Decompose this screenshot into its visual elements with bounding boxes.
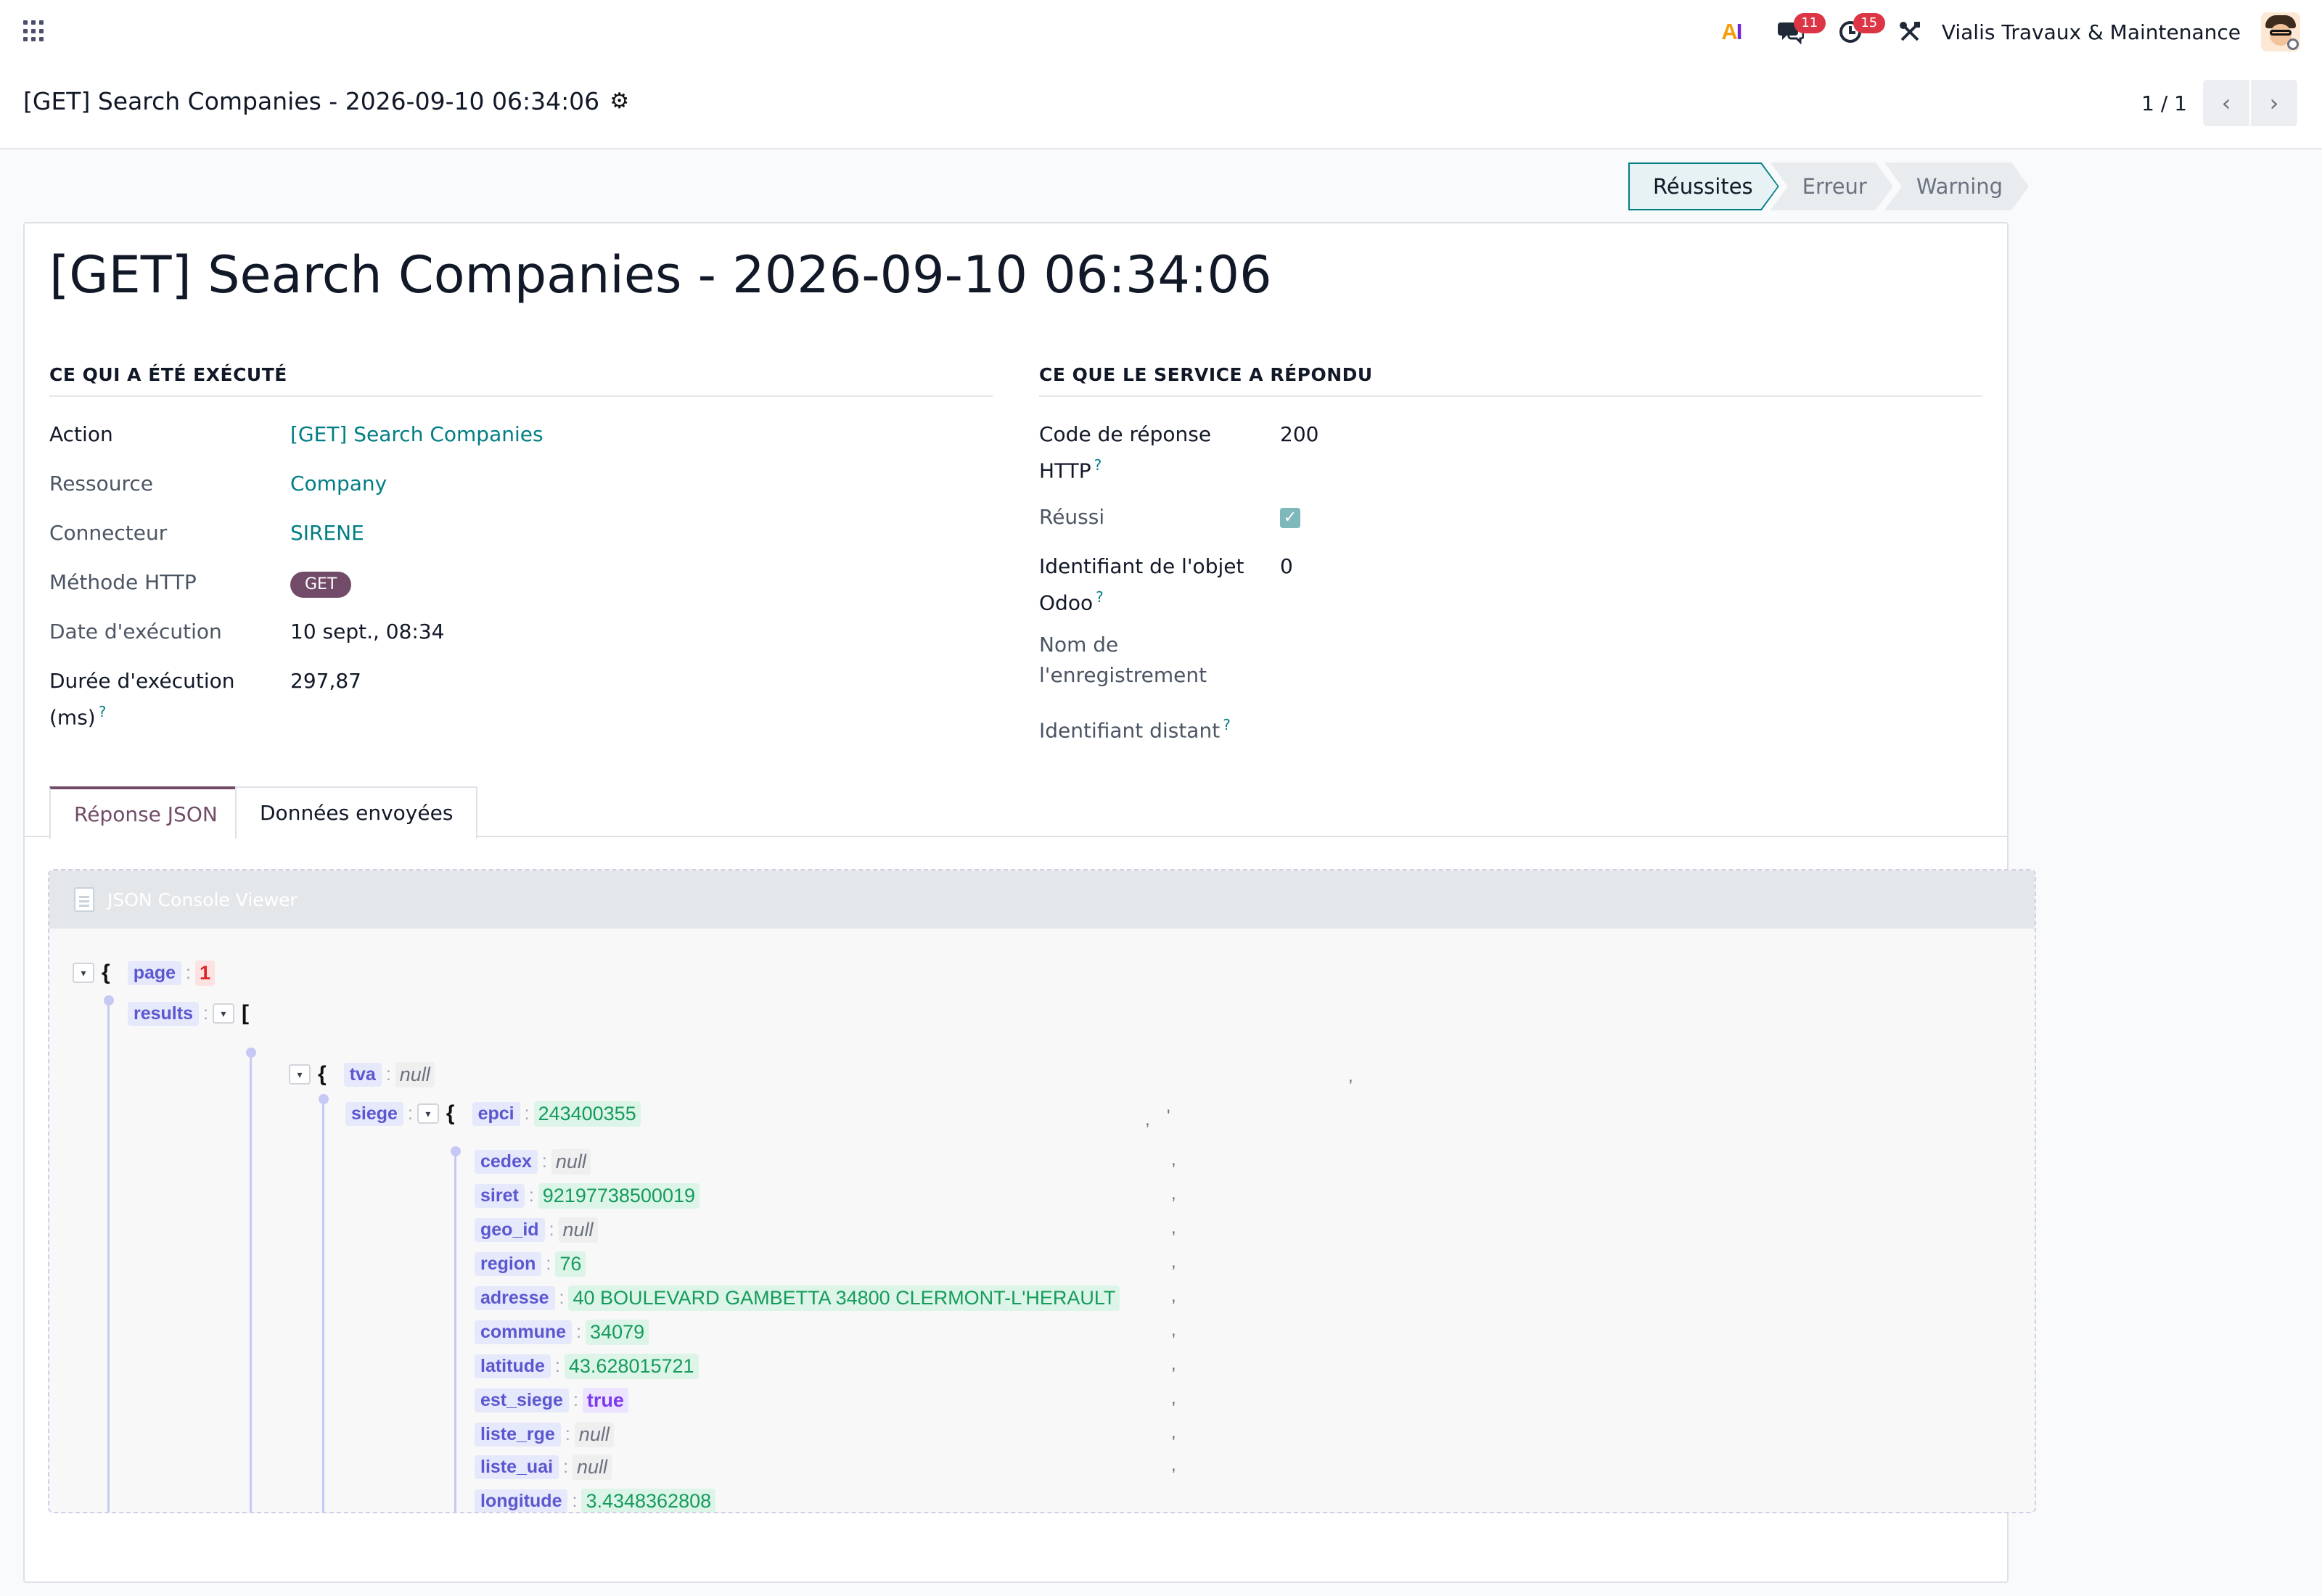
group-title-executed: CE QUI A ÉTÉ EXÉCUTÉ <box>49 364 993 397</box>
json-viewer-title: JSON Console Viewer <box>107 889 298 910</box>
json-line-siege: siege: ▾{ epci:243400355 <box>345 1098 641 1129</box>
success-checkbox: ✓ <box>1280 508 1300 528</box>
stage-warning[interactable]: Warning <box>1884 163 2029 210</box>
pager-next-button[interactable]: › <box>2251 80 2297 126</box>
exec-date-value: 10 sept., 08:34 <box>290 620 445 643</box>
http-method-badge: GET <box>290 572 352 598</box>
main-navbar: AI 11 15 Vialis Travaux & Maintenance <box>0 0 2322 64</box>
ai-assistant-icon[interactable]: AI <box>1717 17 1746 46</box>
label-odoo-object-id: Identifiant de l'objet Odoo? <box>1039 554 1244 615</box>
tools-icon <box>1899 22 1920 41</box>
chevron-right-icon: › <box>2269 89 2279 117</box>
label-exec-duration: Durée d'exécution (ms)? <box>49 669 235 730</box>
exec-duration-value: 297,87 <box>290 669 361 693</box>
stage-reussites[interactable]: Réussites <box>1628 163 1779 210</box>
activities-count-badge: 15 <box>1853 13 1885 33</box>
status-bar: Réussites Erreur Warning <box>1628 163 2029 210</box>
json-line-liste-uai: liste_uai: null <box>475 1452 612 1482</box>
company-switcher[interactable]: Vialis Travaux & Maintenance <box>1942 20 2241 44</box>
json-line-cedex: cedex: null <box>475 1146 591 1177</box>
json-console-viewer[interactable]: JSON Console Viewer ▾{ page:1 results: ▾[… <box>48 869 2036 1513</box>
label-remote-id: Identifiant distant? <box>1039 716 1231 743</box>
label-exec-date: Date d'exécution <box>49 620 222 643</box>
label-connector: Connecteur <box>49 521 168 545</box>
chevron-left-icon: ‹ <box>2221 89 2231 117</box>
label-http-code: Code de réponse HTTP? <box>1039 422 1212 483</box>
collapse-toggle[interactable]: ▾ <box>417 1103 439 1124</box>
user-avatar[interactable] <box>2261 12 2300 52</box>
tab-sent-data[interactable]: Données envoyées <box>235 786 478 839</box>
json-line-liste-rge: liste_rge: null <box>475 1419 614 1449</box>
pager-previous-button[interactable]: ‹ <box>2203 80 2249 126</box>
help-tooltip-icon[interactable]: ? <box>1223 716 1231 733</box>
tab-json-response[interactable]: Réponse JSON <box>49 786 242 839</box>
collapse-toggle[interactable]: ▾ <box>73 963 94 983</box>
label-resource: Ressource <box>49 472 153 495</box>
resource-link[interactable]: Company <box>290 469 387 499</box>
label-http-method: Méthode HTTP <box>49 570 197 594</box>
json-line-siret: siret:92197738500019 <box>475 1180 700 1211</box>
control-panel: [GET] Search Companies - 2026-09-10 06:3… <box>0 64 2322 149</box>
document-icon <box>74 887 94 912</box>
json-line-geo-id: geo_id: null <box>475 1214 598 1245</box>
apps-menu-icon[interactable] <box>23 20 45 42</box>
gear-icon[interactable]: ⚙ <box>610 89 629 114</box>
activities-button[interactable]: 15 <box>1836 13 1885 46</box>
breadcrumb-current: [GET] Search Companies - 2026-09-10 06:3… <box>23 87 600 115</box>
action-link[interactable]: [GET] Search Companies <box>290 419 543 450</box>
help-tooltip-icon[interactable]: ? <box>1094 456 1102 474</box>
json-viewer-header: JSON Console Viewer <box>49 871 2035 929</box>
messaging-button[interactable]: 11 <box>1776 13 1826 46</box>
form-sheet: [GET] Search Companies - 2026-09-10 06:3… <box>23 222 2036 1583</box>
help-tooltip-icon[interactable]: ? <box>1096 588 1104 606</box>
group-title-response: CE QUE LE SERVICE A RÉPONDU <box>1039 364 1982 397</box>
check-icon: ✓ <box>1283 509 1297 527</box>
http-code-value: 200 <box>1280 422 1319 446</box>
json-line-page: ▾{ page:1 <box>73 958 216 988</box>
tools-button[interactable] <box>1895 17 1924 46</box>
breadcrumb: [GET] Search Companies - 2026-09-10 06:3… <box>23 87 629 115</box>
odoo-object-id-value: 0 <box>1280 554 1293 578</box>
messages-count-badge: 11 <box>1793 13 1826 33</box>
json-line-adresse: adresse:40 BOULEVARD GAMBETTA 34800 CLER… <box>475 1283 1120 1313</box>
label-record-name: Nom de l'enregistrement <box>1039 633 1207 687</box>
label-action: Action <box>49 422 113 446</box>
json-line-tva: ▾{ tva: null <box>289 1059 435 1090</box>
json-line-results: results: ▾[ <box>128 998 249 1029</box>
collapse-toggle[interactable]: ▾ <box>289 1064 311 1085</box>
connector-link[interactable]: SIRENE <box>290 518 364 548</box>
stage-erreur[interactable]: Erreur <box>1771 163 1893 210</box>
record-title: [GET] Search Companies - 2026-09-10 06:3… <box>49 245 1272 305</box>
collapse-toggle[interactable]: ▾ <box>212 1003 234 1024</box>
label-success: Réussi <box>1039 505 1105 529</box>
json-line-longitude: longitude:3.4348362808 <box>475 1486 716 1512</box>
json-line-region: region:76 <box>475 1249 586 1279</box>
json-line-commune: commune:34079 <box>475 1317 649 1347</box>
record-pager: 1 / 1 ‹ › <box>2141 80 2297 126</box>
navbar-systray: AI 11 15 Vialis Travaux & Maintenance <box>1686 10 2300 54</box>
help-tooltip-icon[interactable]: ? <box>99 703 107 720</box>
json-line-est-siege: est_siege: true <box>475 1385 628 1415</box>
pager-value[interactable]: 1 / 1 <box>2141 91 2187 115</box>
notebook-tabs: Réponse JSON Données envoyées <box>25 781 2007 839</box>
json-line-latitude: latitude:43.628015721 <box>475 1351 699 1381</box>
